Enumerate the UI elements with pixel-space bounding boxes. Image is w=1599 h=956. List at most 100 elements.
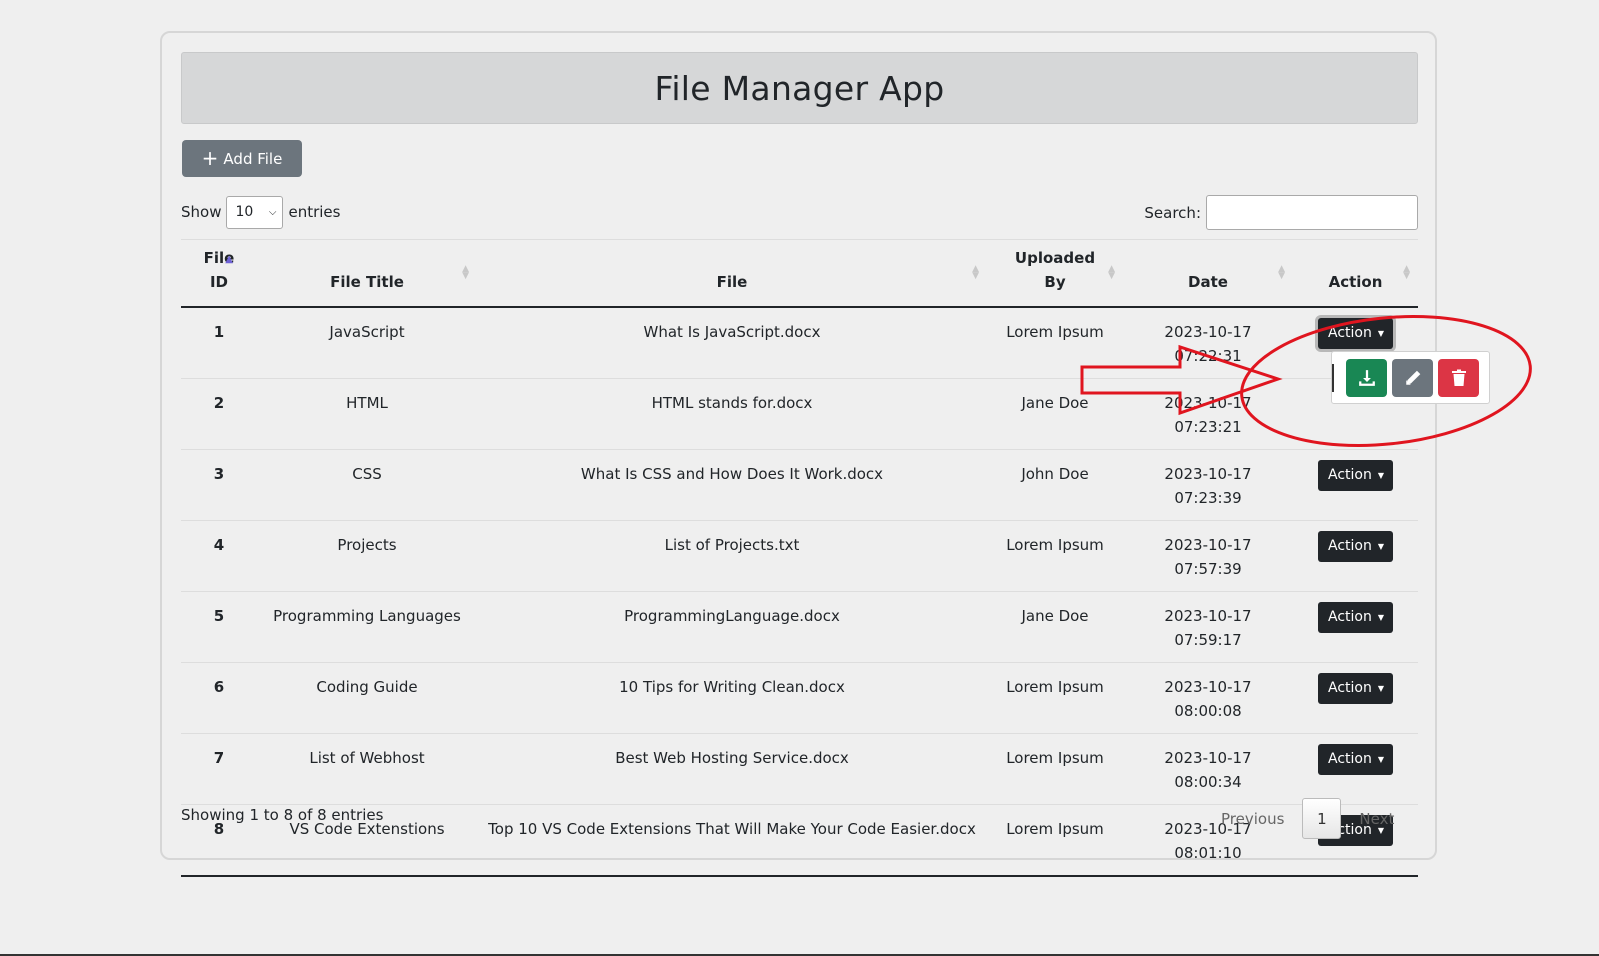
search-input[interactable] — [1206, 195, 1418, 230]
cell-file-id: 1 — [213, 323, 225, 341]
sort-icon: ▲ ▼ — [462, 264, 469, 281]
cell-file-title: List of Webhost — [257, 733, 477, 805]
caret-down-icon: ▼ — [1377, 328, 1384, 338]
sort-icon: ▲ ▼ — [1108, 264, 1115, 281]
cell-file-id: 2 — [181, 378, 257, 450]
cell-uploaded-by: Lorem Ipsum — [987, 804, 1123, 877]
cell-file-name: What Is CSS and How Does It Work.docx — [477, 449, 987, 521]
pagination: Previous 1 Next — [1203, 798, 1412, 839]
cell-file-title: JavaScript — [329, 323, 405, 341]
pencil-icon — [1405, 370, 1420, 385]
action-button-label: Action — [1327, 538, 1372, 554]
cell-date: 2023-10-17 07:57:39 — [1123, 520, 1293, 592]
cell-file-title: Programming Languages — [257, 591, 477, 663]
plus-icon: + — [201, 145, 219, 170]
cell-file-name: HTML stands for.docx — [477, 378, 987, 450]
cell-file-id: 7 — [181, 733, 257, 805]
column-header-file-title[interactable]: File Title ▲ ▼ — [257, 239, 477, 308]
cell-uploaded-by: Jane Doe — [987, 378, 1123, 450]
cell-file-id: 3 — [181, 449, 257, 521]
download-icon — [1358, 369, 1375, 386]
entries-select-value: 10 — [235, 204, 254, 220]
cell-uploaded-by: John Doe — [987, 449, 1123, 521]
action-dropdown-button[interactable]: Action ▼ — [1317, 530, 1393, 562]
cell-file-id: 4 — [181, 520, 257, 592]
header-title-label: File Title — [330, 273, 404, 291]
table-row: 5 Programming Languages ProgrammingLangu… — [181, 591, 1418, 663]
cell-date: 2023-10-17 07:59:17 — [1123, 591, 1293, 663]
length-menu: Show 10 ⌵ entries — [181, 195, 340, 229]
caret-down-icon: ▼ — [1377, 541, 1384, 551]
action-dropdown-button[interactable]: Action ▼ — [1317, 743, 1393, 775]
table-row: 4 Projects List of Projects.txt Lorem Ip… — [181, 520, 1418, 592]
add-file-label: Add File — [223, 149, 283, 168]
cell-uploaded-by: Lorem Ipsum — [1006, 323, 1104, 341]
cell-action: Action ▼ — [1293, 591, 1418, 663]
previous-page-button[interactable]: Previous — [1203, 810, 1302, 828]
download-button[interactable] — [1346, 358, 1387, 397]
sort-ascending-icon: ▲ — [225, 254, 233, 265]
cell-file-title: Projects — [257, 520, 477, 592]
menu-divider — [1332, 364, 1334, 392]
table-info: Showing 1 to 8 of 8 entries — [181, 806, 384, 824]
table-row: 2 HTML HTML stands for.docx Jane Doe 202… — [181, 378, 1418, 450]
action-dropdown-button[interactable]: Action ▼ — [1317, 459, 1393, 491]
cell-date: 2023-10-17 07:23:21 — [1123, 378, 1293, 450]
cell-date: 2023-10-17 07:22:31 — [1164, 323, 1252, 365]
column-header-file[interactable]: File ▲ ▼ — [477, 239, 987, 308]
action-dropdown-button[interactable]: Action ▼ — [1317, 317, 1393, 349]
sort-icon: ▲ ▼ — [972, 264, 979, 281]
cell-file-title: CSS — [257, 449, 477, 521]
cell-file-id: 6 — [181, 662, 257, 734]
cell-file-name: ProgrammingLanguage.docx — [477, 591, 987, 663]
page-title: File Manager App — [654, 68, 945, 108]
add-file-button[interactable]: + Add File — [182, 140, 302, 177]
cell-uploaded-by: Jane Doe — [987, 591, 1123, 663]
column-header-uploaded-by[interactable]: Uploaded By ▲ ▼ — [987, 239, 1123, 308]
cell-file-name: Top 10 VS Code Extensions That Will Make… — [477, 804, 987, 877]
trash-icon — [1451, 369, 1466, 386]
cell-file-name: Best Web Hosting Service.docx — [477, 733, 987, 805]
table-row: 3 CSS What Is CSS and How Does It Work.d… — [181, 449, 1418, 521]
caret-down-icon: ▼ — [1377, 683, 1384, 693]
table-row: 1 JavaScript What Is JavaScript.docx Lor… — [181, 307, 1418, 379]
column-header-file-id[interactable]: File ID ▲ — [181, 239, 257, 308]
header-action-label: Action — [1328, 273, 1383, 291]
action-button-label: Action — [1327, 680, 1372, 696]
table-row: 7 List of Webhost Best Web Hosting Servi… — [181, 733, 1418, 805]
edit-button[interactable] — [1392, 358, 1433, 397]
cell-uploaded-by: Lorem Ipsum — [987, 520, 1123, 592]
page-button-1[interactable]: 1 — [1302, 798, 1342, 839]
chevron-down-icon: ⌵ — [268, 206, 277, 218]
delete-button[interactable] — [1438, 358, 1479, 397]
cell-uploaded-by: Lorem Ipsum — [987, 733, 1123, 805]
show-label: Show — [181, 203, 222, 221]
action-dropdown-button[interactable]: Action ▼ — [1317, 601, 1393, 633]
cell-uploaded-by: Lorem Ipsum — [987, 662, 1123, 734]
header-file-label: File — [716, 273, 748, 291]
cell-action: Action ▼ — [1293, 449, 1418, 521]
cell-file-name: 10 Tips for Writing Clean.docx — [477, 662, 987, 734]
column-header-date[interactable]: Date ▲ ▼ — [1123, 239, 1293, 308]
search-label: Search: — [1144, 203, 1201, 222]
cell-action: Action ▼ — [1293, 733, 1418, 805]
cell-file-name: List of Projects.txt — [477, 520, 987, 592]
next-page-button[interactable]: Next — [1341, 810, 1412, 828]
cell-action: Action ▼ — [1293, 662, 1418, 734]
action-button-label: Action — [1327, 751, 1372, 767]
sort-icon: ▲ ▼ — [1403, 264, 1410, 281]
header-date-label: Date — [1188, 273, 1228, 291]
table-header-row: File ID ▲ File Title ▲ ▼ File ▲ ▼ Uploaded… — [181, 239, 1418, 308]
action-dropdown-button[interactable]: Action ▼ — [1317, 672, 1393, 704]
search-bar: Search: — [1144, 194, 1418, 231]
column-header-action[interactable]: Action ▲ ▼ — [1293, 239, 1418, 308]
app-header: File Manager App — [181, 52, 1418, 124]
cell-file-name: What Is JavaScript.docx — [643, 323, 821, 341]
header-uploaded-line2: By — [1044, 273, 1066, 291]
action-button-label: Action — [1327, 325, 1372, 341]
action-dropdown-menu — [1331, 351, 1490, 404]
caret-down-icon: ▼ — [1377, 612, 1384, 622]
entries-select[interactable]: 10 ⌵ — [226, 195, 284, 229]
cell-file-title: HTML — [257, 378, 477, 450]
cell-file-id: 5 — [181, 591, 257, 663]
